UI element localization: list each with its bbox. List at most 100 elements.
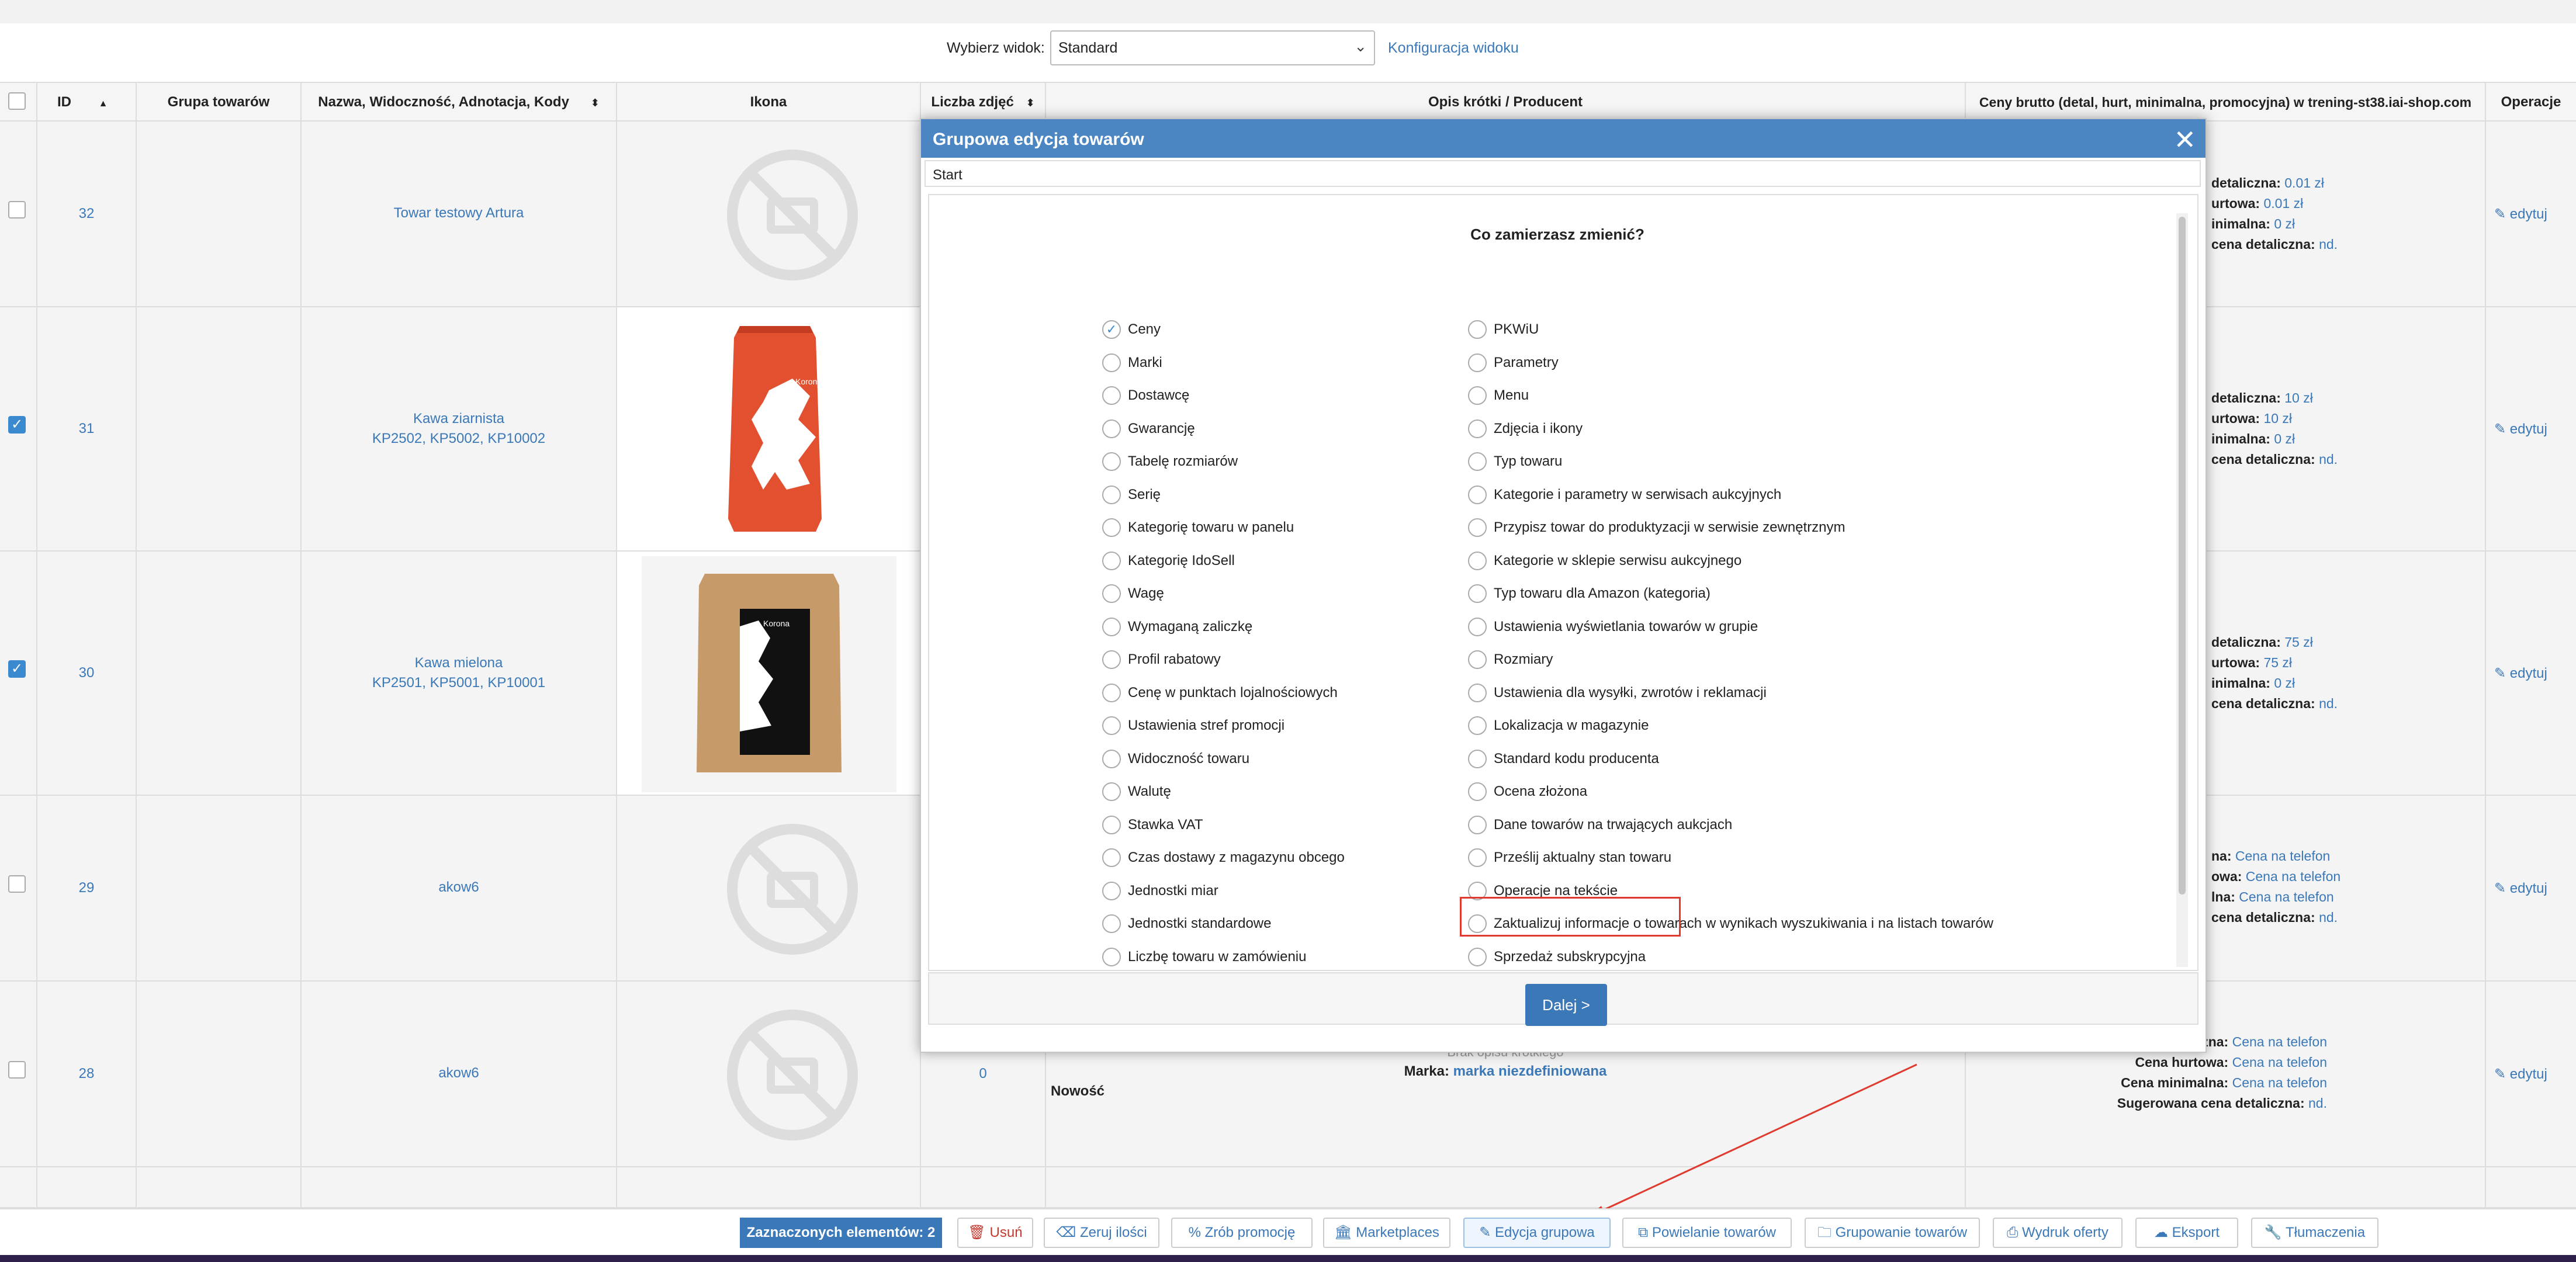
make-promotion-button[interactable]: % Zrób promocję <box>1171 1218 1313 1248</box>
edit-link[interactable]: ✎ edytuj <box>2494 206 2547 223</box>
row-name[interactable]: akow6 <box>302 1063 616 1083</box>
option-label: Zaktualizuj informacje o towarach w wyni… <box>1494 916 1994 931</box>
radio-icon[interactable] <box>1468 716 1487 735</box>
radio-icon[interactable] <box>1102 386 1121 405</box>
translations-button[interactable]: 🔧 Tłumaczenia <box>2251 1218 2378 1248</box>
row-checkbox[interactable] <box>8 1061 26 1079</box>
radio-icon[interactable] <box>1102 815 1121 834</box>
col-icon[interactable]: Ikona <box>617 83 921 122</box>
radio-icon[interactable] <box>1468 947 1487 966</box>
radio-icon[interactable] <box>1102 419 1121 438</box>
option-label: Cenę w punktach lojalnościowych <box>1128 684 1338 701</box>
radio-icon[interactable] <box>1102 716 1121 735</box>
print-offer-button[interactable]: ⎙ Wydruk oferty <box>1993 1218 2123 1248</box>
col-prices[interactable]: Ceny brutto (detal, hurt, minimalna, pro… <box>1966 83 2486 122</box>
view-config-link[interactable]: Konfiguracja widoku <box>1388 40 1519 57</box>
row-id[interactable]: 29 <box>37 880 136 896</box>
col-photos[interactable]: Liczba zdjęć ⬍ <box>921 83 1046 122</box>
radio-icon[interactable] <box>1468 353 1487 372</box>
edit-link[interactable]: ✎ edytuj <box>2494 1066 2547 1083</box>
view-select[interactable]: Standard ⌄ <box>1050 30 1375 65</box>
reset-quantities-button[interactable]: ⌫ Zeruj ilości <box>1044 1218 1159 1248</box>
product-image-coffee-beans[interactable]: Korona <box>699 314 851 548</box>
row-codes[interactable]: KP2501, KP5001, KP10001 <box>372 675 545 691</box>
row-id[interactable]: 32 <box>37 206 136 222</box>
modal-scrollbar[interactable] <box>2176 213 2188 967</box>
radio-icon[interactable] <box>1102 551 1121 570</box>
row-id[interactable]: 30 <box>37 665 136 681</box>
view-label: Wybierz widok: <box>947 40 1045 56</box>
radio-icon[interactable] <box>1102 485 1121 504</box>
radio-icon[interactable] <box>1468 584 1487 603</box>
row-name[interactable]: akow6 <box>302 878 616 897</box>
group-edit-button[interactable]: ✎ Edycja grupowa <box>1463 1218 1611 1248</box>
copy-icon: ⧉ <box>1638 1225 1649 1240</box>
row-codes[interactable]: KP2502, KP5002, KP10002 <box>372 431 545 446</box>
radio-icon[interactable] <box>1102 881 1121 900</box>
radio-icon[interactable] <box>1102 683 1121 702</box>
radio-icon[interactable] <box>1468 650 1487 669</box>
radio-icon[interactable] <box>1468 320 1487 339</box>
col-desc[interactable]: Opis krótki / Producent <box>1046 83 1966 122</box>
radio-icon[interactable] <box>1468 815 1487 834</box>
duplicate-products-button[interactable]: ⧉ Powielanie towarów <box>1622 1218 1792 1248</box>
delete-button[interactable]: 🗑 Usuń <box>957 1218 1033 1248</box>
option-label: Stawka VAT <box>1128 816 1203 833</box>
col-group[interactable]: Grupa towarów <box>137 83 302 122</box>
radio-icon[interactable] <box>1102 947 1121 966</box>
select-all-cell <box>0 83 37 122</box>
radio-icon[interactable] <box>1102 452 1121 471</box>
radio-icon[interactable] <box>1468 683 1487 702</box>
radio-icon[interactable] <box>1468 782 1487 801</box>
radio-icon[interactable] <box>1468 551 1487 570</box>
row-checkbox-checked[interactable]: ✓ <box>8 660 26 678</box>
col-id[interactable]: ID ▲ <box>37 83 137 122</box>
radio-icon[interactable] <box>1102 518 1121 537</box>
close-icon[interactable]: ✕ <box>2173 124 2196 155</box>
radio-icon[interactable] <box>1468 386 1487 405</box>
edit-link[interactable]: ✎ edytuj <box>2494 665 2547 682</box>
radio-icon[interactable] <box>1102 749 1121 768</box>
row-checkbox[interactable] <box>8 875 26 893</box>
radio-icon[interactable] <box>1102 782 1121 801</box>
radio-icon[interactable] <box>1102 617 1121 636</box>
breadcrumb-start[interactable]: Start <box>933 167 962 183</box>
option-label: Widoczność towaru <box>1128 750 1250 767</box>
next-button[interactable]: Dalej > <box>1525 984 1607 1026</box>
row-name[interactable]: Kawa ziarnista <box>413 411 504 427</box>
row-checkbox[interactable] <box>8 201 26 219</box>
radio-icon[interactable] <box>1102 914 1121 933</box>
option-label: Jednostki miar <box>1128 882 1218 899</box>
edit-link[interactable]: ✎ edytuj <box>2494 421 2547 438</box>
product-image-ground-coffee[interactable]: Korona <box>642 556 896 792</box>
row-id[interactable]: 31 <box>37 421 136 437</box>
row-checkbox-checked[interactable]: ✓ <box>8 416 26 434</box>
modal-question: Co zamierzasz zmienić? <box>1470 226 1644 243</box>
edit-link[interactable]: ✎ edytuj <box>2494 880 2547 897</box>
row-name[interactable]: Kawa mielona <box>415 655 503 671</box>
radio-icon[interactable] <box>1468 848 1487 867</box>
marketplaces-button[interactable]: 🏛 Marketplaces <box>1323 1218 1450 1248</box>
top-band <box>0 0 2576 23</box>
radio-icon[interactable] <box>1468 617 1487 636</box>
eraser-icon: ⌫ <box>1056 1225 1076 1240</box>
radio-icon[interactable] <box>1468 452 1487 471</box>
select-all-checkbox[interactable] <box>8 92 26 110</box>
row-id[interactable]: 28 <box>37 1066 136 1082</box>
radio-icon[interactable] <box>1468 485 1487 504</box>
radio-checked-icon[interactable]: ✓ <box>1102 320 1121 339</box>
radio-icon[interactable] <box>1102 584 1121 603</box>
radio-icon[interactable] <box>1468 419 1487 438</box>
radio-icon[interactable] <box>1468 914 1487 933</box>
radio-icon[interactable] <box>1468 881 1487 900</box>
radio-icon[interactable] <box>1468 749 1487 768</box>
radio-icon[interactable] <box>1102 848 1121 867</box>
radio-icon[interactable] <box>1102 353 1121 372</box>
col-name[interactable]: Nazwa, Widoczność, Adnotacja, Kody ⬍ <box>302 83 617 122</box>
group-products-button[interactable]: 🗀 Grupowanie towarów <box>1805 1218 1980 1248</box>
radio-icon[interactable] <box>1102 650 1121 669</box>
scrollbar-thumb[interactable] <box>2179 217 2186 895</box>
export-button[interactable]: ☁ Eksport <box>2135 1218 2238 1248</box>
radio-icon[interactable] <box>1468 518 1487 537</box>
row-name[interactable]: Towar testowy Artura <box>302 203 616 223</box>
